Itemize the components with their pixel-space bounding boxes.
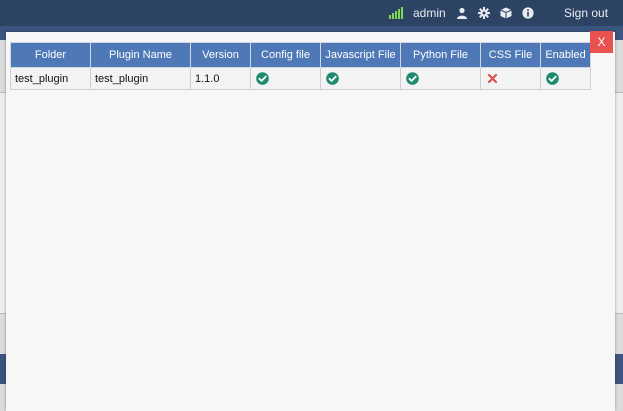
cell-python-file xyxy=(400,67,481,90)
background-panel-right xyxy=(615,92,623,314)
header-enabled: Enabled xyxy=(540,42,591,68)
check-icon xyxy=(546,72,559,85)
signout-link[interactable]: Sign out xyxy=(564,0,608,26)
header-python-file: Python File xyxy=(400,42,481,68)
header-plugin-name: Plugin Name xyxy=(90,42,191,68)
user-icon[interactable] xyxy=(456,7,468,19)
header-javascript-file: Javascript File xyxy=(320,42,401,68)
header-version: Version xyxy=(190,42,251,68)
gear-icon[interactable] xyxy=(478,7,490,19)
cell-javascript-file xyxy=(320,67,401,90)
cell-version: 1.1.0 xyxy=(190,67,251,90)
check-icon xyxy=(326,72,339,85)
cell-plugin-name: test_plugin xyxy=(90,67,191,90)
cross-icon xyxy=(486,72,499,85)
header-folder: Folder xyxy=(10,42,91,68)
close-button[interactable]: X xyxy=(590,31,613,53)
info-icon[interactable] xyxy=(522,7,534,19)
cell-css-file xyxy=(480,67,541,90)
cell-enabled xyxy=(540,67,591,90)
table-row[interactable]: test_plugin test_plugin 1.1.0 xyxy=(10,67,591,90)
check-icon xyxy=(406,72,419,85)
cell-config-file xyxy=(250,67,321,90)
top-navbar: admin Sign out xyxy=(0,0,623,26)
table-header-row: Folder Plugin Name Version Config file J… xyxy=(10,42,591,68)
plugins-table: Folder Plugin Name Version Config file J… xyxy=(10,42,591,90)
header-css-file: CSS File xyxy=(480,42,541,68)
header-config-file: Config file xyxy=(250,42,321,68)
signal-icon xyxy=(389,7,403,19)
username-label[interactable]: admin xyxy=(413,0,446,26)
cell-folder: test_plugin xyxy=(10,67,91,90)
background-footer-right xyxy=(615,354,623,384)
check-icon xyxy=(256,72,269,85)
cube-icon[interactable] xyxy=(500,7,512,19)
